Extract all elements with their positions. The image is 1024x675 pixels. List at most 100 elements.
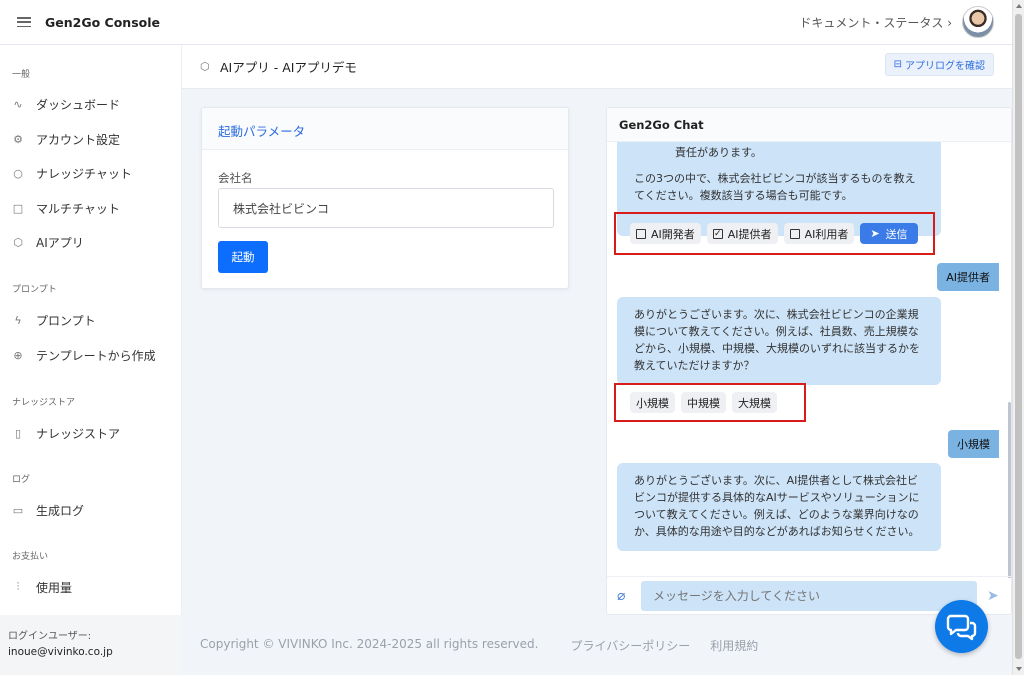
send-options-label: 送信 [885,227,908,241]
option-label: AI提供者 [727,227,772,241]
launch-button[interactable]: 起動 [218,241,268,273]
scrollbar-thumb[interactable] [1015,14,1022,659]
sidebar-item-label: 使用量 [36,580,73,595]
send-plane-icon: ➤ [870,227,880,240]
privacy-policy-link[interactable]: プライバシーポリシー [570,637,690,654]
login-user-email: inoue@vivinko.co.jp [8,646,113,658]
lightning-icon: ϟ [14,313,22,327]
book-icon: ▯ [14,426,22,440]
terms-link[interactable]: 利用規約 [710,637,758,654]
message-line: ついて教えてください。例えば、どのような業界向けなの [634,508,919,521]
user-message: 小規模 [948,430,999,458]
sidebar-item-label: ナレッジチャット [36,166,132,181]
message-line: てください。複数該当する場合も可能です。 [634,189,853,202]
paperclip-icon[interactable]: ⌀ [617,588,631,604]
chat-bubbles-icon [946,614,976,640]
chat-panel: Gen2Go Chat 責任があります。 この3つの中で、株式会社ビビンコが該当… [606,107,1012,615]
option-large-button[interactable]: 大規模 [732,392,777,413]
sidebar-item-dashboard[interactable]: ∿ ダッシュボード [12,94,120,114]
option-label: AI利用者 [804,227,849,241]
login-user-box: ログインユーザー: inoue@vivinko.co.jp [0,615,182,675]
message-input[interactable] [641,580,977,611]
chat-messages[interactable]: 責任があります。 この3つの中で、株式会社ビビンコが該当するものを教え てくださ… [607,142,1011,578]
sidebar-item-account-settings[interactable]: ⚙ アカウント設定 [12,129,120,149]
activity-icon: ∿ [13,97,23,111]
checkbox-unchecked-icon [636,228,646,239]
view-app-log-label: アプリログを確認 [905,61,985,72]
gear-icon: ⚙ [13,132,23,146]
view-app-log-button[interactable]: ⊟ アプリログを確認 [884,53,994,76]
checkbox-checked-icon: ✓ [712,228,723,239]
sidebar-item-knowledge-store[interactable]: ▯ ナレッジストア [12,423,120,443]
sidebar-item-label: ダッシュボード [36,97,121,112]
message-line: 責任があります。 [675,146,762,159]
sidebar-item-generation-log[interactable]: ▭ 生成ログ [12,500,84,520]
message-line: か、具体的な用途や目的などがあればお知らせください。 [634,525,920,538]
top-bar: Gen2Go Console ドキュメント・ステータス › [0,0,1012,45]
company-name-input[interactable] [218,188,554,228]
sidebar-item-label: AIアプリ [36,235,84,250]
support-chat-button[interactable] [935,600,988,653]
send-icon[interactable]: ➤ [987,588,999,604]
user-avatar[interactable] [962,6,994,38]
sidebar-section-billing: お支払い [12,552,49,562]
message-line: 模について教えてください。例えば、社員数、売上規模な [634,325,919,338]
message-square-icon: □ [12,201,24,215]
footer: Copyright © VIVINKO Inc. 2024-2025 all r… [200,637,778,654]
sidebar-item-label: ナレッジストア [36,426,121,441]
bot-message: ありがとうございます。次に、株式会社ビビンコの企業規 模について教えてください。… [617,297,941,385]
message-line: ありがとうございます。次に、株式会社ビビンコの企業規 [634,308,919,321]
page-header: ⬡ AIアプリ - AIアプリデモ ⊟ アプリログを確認 [182,45,1012,89]
sidebar-item-label: テンプレートから作成 [36,348,156,363]
archive-icon: ▭ [12,503,24,517]
option-ai-user-checkbox[interactable]: AI利用者 [783,223,855,244]
chat-bubble-icon: ○ [13,166,23,180]
bar-chart-icon: ⫶ [16,580,20,593]
sidebar-item-label: アカウント設定 [36,132,121,147]
plus-circle-icon: ⊕ [13,348,23,362]
sidebar-section-log: ログ [12,475,31,485]
login-user-label: ログインユーザー: [8,631,92,642]
sidebar-item-label: 生成ログ [36,503,85,518]
send-options-button[interactable]: ➤ 送信 [860,223,918,244]
option-label: AI開発者 [651,227,695,241]
role-options-box: AI開発者 ✓ AI提供者 AI利用者 ➤ 送信 [614,212,935,255]
sidebar-item-ai-app[interactable]: ⬡ AIアプリ [12,232,84,252]
company-name-label: 会社名 [218,171,253,185]
sidebar-item-create-from-template[interactable]: ⊕ テンプレートから作成 [12,345,156,365]
window-scrollbar[interactable] [1012,0,1024,675]
docs-status-link[interactable]: ドキュメント・ステータス › [799,14,952,31]
option-ai-provider-checkbox[interactable]: ✓ AI提供者 [706,223,778,244]
page-title: AIアプリ - AIアプリデモ [220,60,357,75]
user-message: AI提供者 [937,263,999,291]
option-small-button[interactable]: 小規模 [630,392,675,413]
message-line: この3つの中で、株式会社ビビンコが該当するものを教え [634,172,916,185]
box-icon: ⬡ [13,235,23,249]
app-title[interactable]: Gen2Go Console [45,15,160,30]
sidebar-item-usage[interactable]: ⫶ 使用量 [12,577,72,597]
chat-title: Gen2Go Chat [607,108,1011,142]
message-line: ありがとうございます。次に、AI提供者として株式会社ビ [634,474,919,487]
sidebar-item-multi-chat[interactable]: □ マルチチャット [12,198,120,218]
message-line: 教えていただけますか？ [634,359,755,372]
sidebar-section-general: 一般 [12,70,31,80]
option-ai-developer-checkbox[interactable]: AI開発者 [630,223,701,244]
chat-scrollbar[interactable] [1008,402,1011,578]
message-line: どから、小規模、中規模、大規模のいずれに該当するかを [634,342,920,355]
sidebar-section-prompt: プロンプト [12,285,57,295]
hamburger-menu-icon[interactable] [17,17,31,27]
archive-icon: ⊟ [893,59,902,70]
sidebar-item-knowledge-chat[interactable]: ○ ナレッジチャット [12,163,132,183]
message-line: ビンコが提供する具体的なAIサービスやソリューションに [634,491,920,504]
bot-message: ありがとうございます。次に、AI提供者として株式会社ビ ビンコが提供する具体的な… [617,463,941,551]
sidebar-item-label: マルチチャット [36,201,120,216]
scroll-down-icon[interactable] [1016,667,1022,671]
box-icon: ⬡ [200,60,210,73]
sidebar-section-knowledge-store: ナレッジストア [12,398,76,408]
size-options-box: 小規模 中規模 大規模 [614,383,806,422]
sidebar-item-prompt[interactable]: ϟ プロンプト [12,310,95,330]
launch-parameters-title: 起動パラメータ [202,108,568,150]
option-medium-button[interactable]: 中規模 [681,392,726,413]
scroll-up-icon[interactable] [1016,4,1022,8]
launch-parameters-card: 起動パラメータ 会社名 起動 [201,107,569,289]
